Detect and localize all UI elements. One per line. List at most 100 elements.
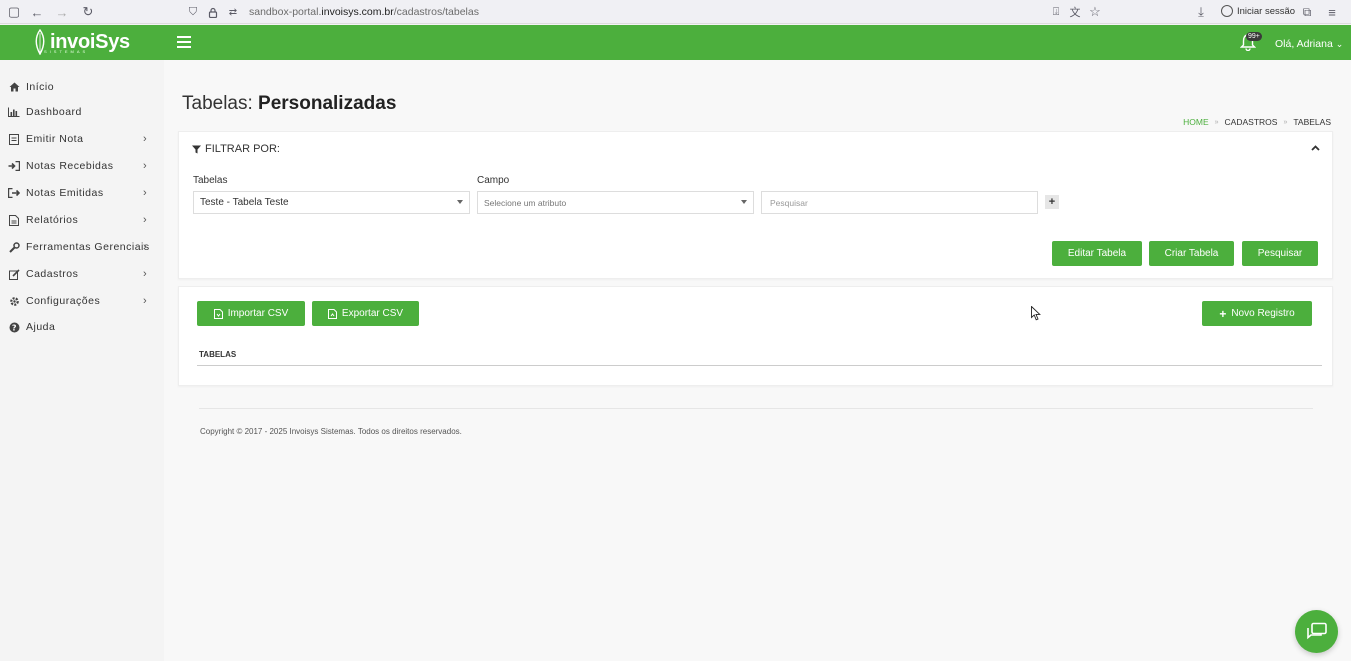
file-csv-icon — [213, 308, 223, 319]
file-text-icon — [8, 214, 20, 226]
sidebar-item-label: Dashboard — [26, 106, 82, 118]
forward-icon[interactable]: → — [52, 2, 72, 22]
sidebar-item-label: Início — [26, 81, 55, 93]
tabelas-label: Tabelas — [193, 175, 228, 186]
tabelas-selected-value: Teste - Tabela Teste — [200, 197, 289, 208]
sidebar-item-relatorios[interactable]: Relatórios › — [0, 207, 164, 233]
sidebar-item-label: Cadastros — [26, 268, 79, 280]
signin-label: Iniciar sessão — [1237, 5, 1296, 17]
sidebar-item-dashboard[interactable]: Dashboard — [0, 99, 164, 125]
extensions-icon[interactable]: ⧉ — [1297, 2, 1317, 22]
tab-icon[interactable]: ▢ — [4, 2, 24, 22]
address-bar[interactable]: ⛉ ⇄ sandbox-portal.invoisys.com.br/cadas… — [183, 2, 1103, 22]
chevron-right-icon: › — [143, 214, 148, 226]
sidebar-item-label: Emitir Nota — [26, 133, 84, 145]
edit-table-button[interactable]: Editar Tabela — [1052, 241, 1142, 266]
chat-widget-button[interactable] — [1295, 610, 1338, 653]
chevron-right-icon: › — [143, 187, 148, 199]
breadcrumb-home[interactable]: HOME — [1183, 117, 1209, 127]
gear-icon — [8, 296, 20, 307]
breadcrumb: HOME » CADASTROS » TABELAS — [1183, 117, 1331, 127]
file-csv-icon — [327, 308, 337, 319]
create-table-button[interactable]: Criar Tabela — [1149, 241, 1234, 266]
caret-down-icon — [741, 200, 747, 204]
document-icon — [8, 133, 20, 145]
app-header: invoiSys SISTEMAS 99+ Olá, Adriana ⌄ — [0, 25, 1351, 60]
search-input[interactable] — [761, 191, 1038, 214]
menu-toggle-icon[interactable] — [177, 36, 191, 48]
chevron-down-icon: ⌄ — [1335, 39, 1344, 49]
footer-copyright: Copyright © 2017 - 2025 Invoisys Sistema… — [200, 427, 462, 436]
chevron-up-icon[interactable] — [1311, 143, 1320, 154]
browser-toolbar: ▢ ← → ↻ ⛉ ⇄ sandbox-portal.invoisys.com.… — [0, 0, 1351, 24]
caret-down-icon — [457, 200, 463, 204]
sidebar-item-configuracoes[interactable]: Configurações › — [0, 288, 164, 314]
table-header-divider — [197, 365, 1322, 366]
sidebar: Início Dashboard Emitir Nota › Notas Rec… — [0, 60, 164, 661]
breadcrumb-tabelas: TABELAS — [1293, 117, 1331, 127]
tabelas-select[interactable]: Teste - Tabela Teste — [193, 191, 470, 214]
sidebar-item-notas-recebidas[interactable]: Notas Recebidas › — [0, 153, 164, 179]
chevron-right-icon: › — [143, 241, 148, 253]
edit-table-label: Editar Tabela — [1067, 248, 1127, 259]
sidebar-item-emitir-nota[interactable]: Emitir Nota › — [0, 126, 164, 152]
sidebar-item-notas-emitidas[interactable]: Notas Emitidas › — [0, 180, 164, 206]
campo-select[interactable]: Selecione um atributo — [477, 191, 754, 214]
user-greeting: Olá, Adriana — [1275, 38, 1333, 50]
logo-subtitle: SISTEMAS — [44, 49, 89, 54]
svg-text:?: ? — [11, 323, 16, 332]
sidebar-item-label: Configurações — [26, 295, 101, 307]
table-column-header: TABELAS — [199, 350, 237, 359]
import-csv-button[interactable]: Importar CSV — [197, 301, 305, 326]
url-text: sandbox-portal.invoisys.com.br/cadastros… — [249, 6, 479, 18]
sidebar-item-ferramentas-gerenciais[interactable]: Ferramentas Gerenciais › — [0, 234, 164, 260]
sidebar-item-ajuda[interactable]: ? Ajuda — [0, 314, 164, 340]
notification-badge: 99+ — [1246, 32, 1262, 41]
create-table-label: Criar Tabela — [1164, 248, 1219, 259]
sidebar-item-label: Notas Emitidas — [26, 187, 104, 199]
breadcrumb-separator: » — [1214, 118, 1219, 126]
bookmark-star-icon[interactable]: ☆ — [1085, 2, 1105, 22]
import-csv-label: Importar CSV — [227, 308, 289, 319]
footer-divider — [199, 408, 1313, 409]
chevron-right-icon: › — [143, 160, 148, 172]
chevron-right-icon: › — [143, 268, 148, 280]
lock-icon — [203, 2, 223, 22]
permissions-icon: ⇄ — [228, 6, 238, 18]
translate-icon[interactable]: 文 — [1065, 2, 1085, 22]
sidebar-item-label: Ferramentas Gerenciais — [26, 241, 150, 253]
downloads-icon[interactable]: ⤓ — [1191, 2, 1211, 22]
page-title: Tabelas: Personalizadas — [182, 93, 397, 114]
menu-icon[interactable]: ≡ — [1322, 2, 1342, 22]
signin-button[interactable]: Iniciar sessão — [1221, 5, 1295, 17]
reload-icon[interactable]: ↻ — [78, 2, 98, 22]
shield-icon: ⛉ — [188, 5, 198, 18]
breadcrumb-cadastros[interactable]: CADASTROS — [1225, 117, 1278, 127]
export-csv-button[interactable]: Exportar CSV — [312, 301, 419, 326]
sidebar-item-inicio[interactable]: Início — [0, 74, 164, 100]
search-button-label: Pesquisar — [1257, 248, 1303, 259]
chart-icon — [8, 107, 20, 117]
user-menu[interactable]: Olá, Adriana ⌄ — [1275, 38, 1343, 50]
campo-placeholder: Selecione um atributo — [484, 197, 567, 208]
breadcrumb-separator: » — [1283, 118, 1288, 126]
records-panel: Importar CSV Exportar CSV + Novo Registr… — [178, 286, 1333, 386]
home-icon — [8, 82, 20, 92]
filter-title-text: FILTRAR POR: — [205, 143, 280, 155]
mouse-cursor-icon — [1031, 306, 1041, 321]
wrench-icon — [8, 241, 20, 253]
sidebar-item-label: Notas Recebidas — [26, 160, 114, 172]
sign-in-icon — [8, 161, 20, 171]
sign-out-icon — [8, 188, 20, 198]
new-record-button[interactable]: + Novo Registro — [1202, 301, 1312, 326]
filter-title: FILTRAR POR: — [192, 143, 280, 155]
back-icon[interactable]: ← — [27, 2, 47, 22]
chevron-right-icon: › — [143, 133, 148, 145]
sidebar-item-cadastros[interactable]: Cadastros › — [0, 261, 164, 287]
sidebar-item-label: Relatórios — [26, 214, 79, 226]
search-button[interactable]: Pesquisar — [1242, 241, 1318, 266]
download-page-icon[interactable]: ⍗ — [1046, 2, 1066, 22]
sidebar-item-label: Ajuda — [26, 321, 56, 333]
filter-icon — [192, 145, 201, 153]
add-filter-button[interactable]: + — [1045, 195, 1059, 209]
